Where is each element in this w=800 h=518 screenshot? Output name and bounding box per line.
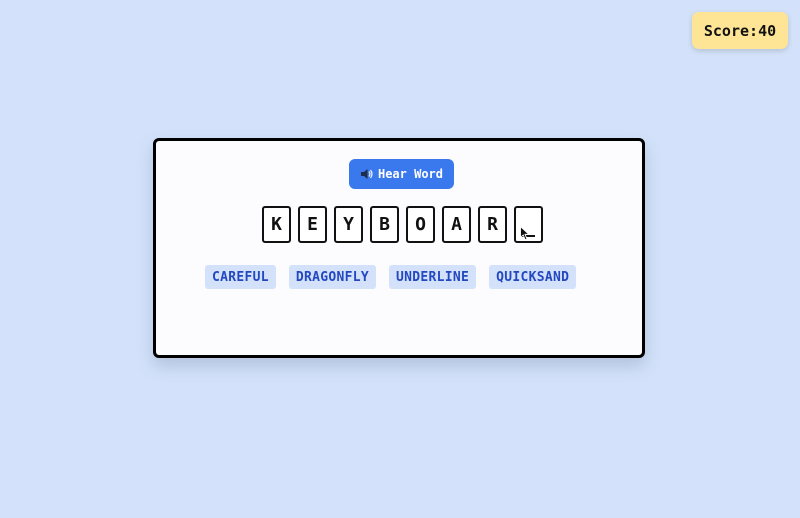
letter-tile[interactable]: R <box>478 206 507 243</box>
letter-tile[interactable]: B <box>370 206 399 243</box>
word-option[interactable]: DRAGONFLY <box>288 265 377 289</box>
game-card: Hear Word K E Y B O A R CAREFUL DRAGONFL… <box>153 138 645 358</box>
word-options: CAREFUL DRAGONFLY UNDERLINE QUICKSAND <box>205 265 577 289</box>
letter-tile[interactable]: Y <box>334 206 363 243</box>
letter-tiles: K E Y B O A R <box>262 206 543 243</box>
score-badge: Score: 40 <box>692 12 788 49</box>
letter-tile[interactable]: E <box>298 206 327 243</box>
hear-word-label: Hear Word <box>377 167 444 181</box>
speaker-icon <box>360 168 373 180</box>
word-option[interactable]: QUICKSAND <box>489 265 577 289</box>
letter-tile[interactable]: O <box>406 206 435 243</box>
letter-tile[interactable]: A <box>442 206 471 243</box>
mouse-pointer-icon <box>520 225 530 245</box>
hear-word-button[interactable]: Hear Word <box>349 159 454 189</box>
score-value: 40 <box>758 21 777 40</box>
word-option[interactable]: CAREFUL <box>205 265 276 289</box>
word-option[interactable]: UNDERLINE <box>389 265 477 289</box>
letter-tile[interactable]: K <box>262 206 291 243</box>
score-label: Score: <box>703 21 759 40</box>
